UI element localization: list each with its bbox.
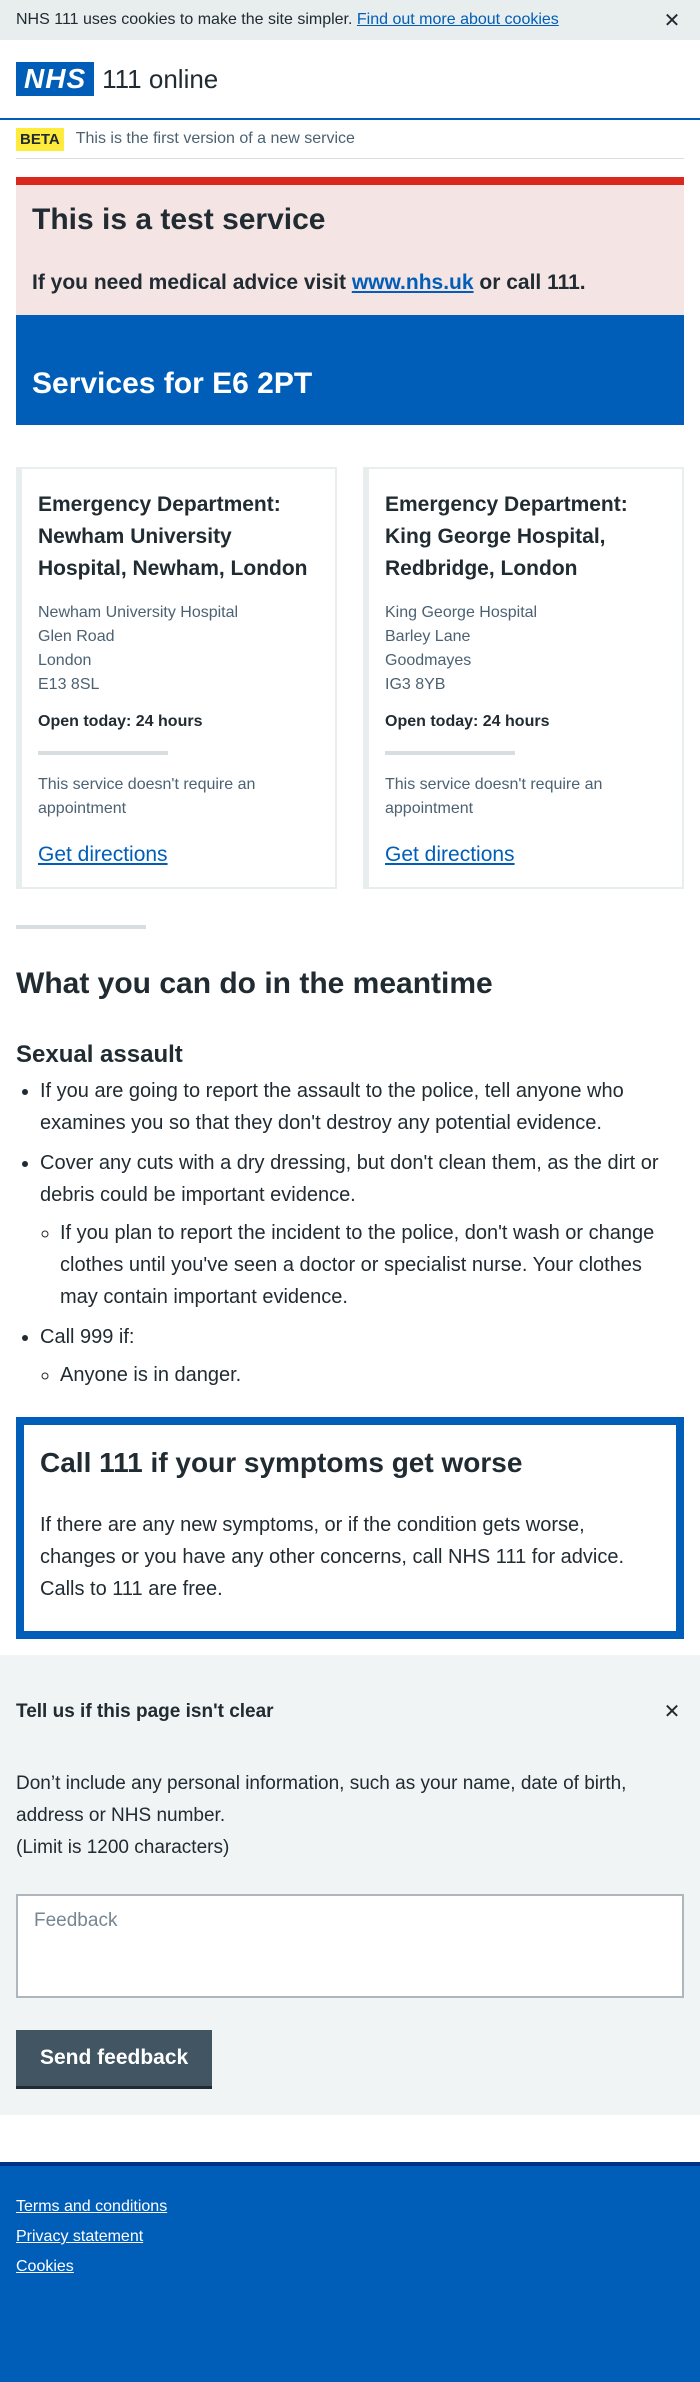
advice-item-text: Cover any cuts with a dry dressing, but … [40,1152,659,1206]
address-line: Glen Road [38,628,115,645]
advice-subitem: Anyone is in danger. [60,1359,684,1391]
meantime-title: What you can do in the meantime [16,967,493,1000]
cookie-banner-text-wrap: NHS 111 uses cookies to make the site si… [16,11,660,29]
divider [385,751,515,755]
advice-sublist: Anyone is in danger. [40,1359,684,1391]
advice-item-text: Call 999 if: [40,1326,135,1348]
cookie-info-link[interactable]: Find out more about cookies [357,11,559,28]
test-service-message: If you need medical advice visit www.nhs… [32,271,668,295]
close-icon[interactable]: ✕ [660,1699,684,1724]
address-line: Goodmayes [385,652,472,669]
cookie-banner: NHS 111 uses cookies to make the site si… [0,0,700,40]
address-line: Barley Lane [385,628,471,645]
feedback-body: Don’t include any personal information, … [16,1773,627,1826]
feedback-header: Tell us if this page isn't clear ✕ [16,1699,684,1724]
test-service-suffix: or call 111. [479,271,586,294]
address-line: King George Hospital [385,604,538,621]
appointment-note: This service doesn't require an appointm… [38,776,256,817]
appointment-note: This service doesn't require an appointm… [385,776,603,817]
meantime-section: What you can do in the meantime Sexual a… [0,967,700,1391]
care-card-body: If there are any new symptoms, or if the… [40,1514,625,1600]
test-service-panel: This is a test service If you need medic… [16,177,684,315]
site-footer: Terms and conditions Privacy statement C… [0,2162,700,2382]
send-feedback-button[interactable]: Send feedback [16,2030,213,2089]
cookies-link[interactable]: Cookies [16,2258,684,2276]
cookie-banner-text: NHS 111 uses cookies to make the site si… [16,11,353,28]
privacy-link[interactable]: Privacy statement [16,2228,684,2246]
terms-link[interactable]: Terms and conditions [16,2198,684,2216]
service-card: Emergency Department: King George Hospit… [363,467,684,889]
beta-text: This is the first version of a new servi… [75,130,355,147]
divider [38,751,168,755]
page-title: Services for E6 2PT [32,367,313,400]
service-address: Newham University Hospital Glen Road Lon… [38,601,319,697]
address-line: E13 8SL [38,676,100,693]
beta-tag: BETA [16,127,64,151]
close-icon[interactable]: ✕ [660,8,684,33]
nhs-logo[interactable]: NHS [16,62,95,96]
service-name: Emergency Department: King George Hospit… [385,493,628,580]
service-address: King George Hospital Barley Lane Goodmay… [385,601,666,697]
care-card-title: Call 111 if your symptoms get worse [40,1447,523,1478]
test-service-prefix: If you need medical advice visit [32,271,346,294]
feedback-panel: Tell us if this page isn't clear ✕ Don’t… [0,1655,700,2115]
advice-item: Call 999 if: Anyone is in danger. [40,1321,684,1391]
advice-item: Cover any cuts with a dry dressing, but … [40,1147,684,1313]
advice-item: If you are going to report the assault t… [40,1075,684,1139]
advice-list: If you are going to report the assault t… [16,1075,684,1391]
opening-times: Open today: 24 hours [38,713,203,730]
test-service-title: This is a test service [32,203,326,236]
opening-times: Open today: 24 hours [385,713,550,730]
service-name[interactable]: 111 online [102,64,218,95]
service-name: Emergency Department: Newham University … [38,493,308,580]
care-card: Call 111 if your symptoms get worse If t… [16,1417,684,1639]
site-header: NHS 111 online [0,40,700,120]
feedback-limit: (Limit is 1200 characters) [16,1837,230,1858]
feedback-title: Tell us if this page isn't clear [16,1700,274,1722]
advice-subitem: If you plan to report the incident to th… [60,1217,684,1313]
feedback-instructions: Don’t include any personal information, … [16,1768,684,1864]
section-divider [16,925,146,929]
address-line: Newham University Hospital [38,604,239,621]
service-cards: Emergency Department: Newham University … [16,467,684,889]
get-directions-link[interactable]: Get directions [38,843,319,867]
address-line: IG3 8YB [385,676,446,693]
feedback-input[interactable] [16,1894,684,1998]
advice-sublist: If you plan to report the incident to th… [40,1217,684,1313]
get-directions-link[interactable]: Get directions [385,843,666,867]
address-line: London [38,652,92,669]
beta-banner: BETA This is the first version of a new … [16,120,684,159]
service-card: Emergency Department: Newham University … [16,467,337,889]
nhs-website-link[interactable]: www.nhs.uk [352,271,474,294]
meantime-subtitle: Sexual assault [16,1041,183,1068]
services-header: Services for E6 2PT [16,315,684,425]
